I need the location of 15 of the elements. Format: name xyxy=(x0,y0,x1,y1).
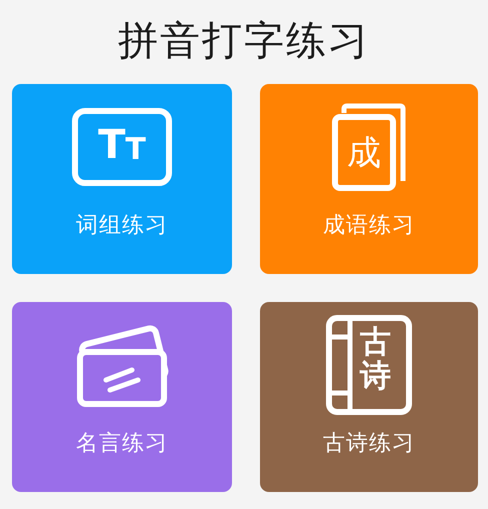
card-label: 名言练习 xyxy=(76,430,168,458)
card-label: 词组练习 xyxy=(76,212,168,240)
practice-card[interactable]: 古诗 古诗练习 xyxy=(260,302,478,492)
practice-card[interactable]: TT 词组练习 xyxy=(12,84,232,274)
card-label: 成语练习 xyxy=(323,212,415,240)
practice-card[interactable]: 名言练习 xyxy=(12,302,232,492)
frame-icon xyxy=(72,108,172,186)
bound-book-icon xyxy=(326,315,412,415)
book-icon xyxy=(332,103,406,191)
icon-letters: TT xyxy=(98,125,146,165)
icon-characters: 古诗 xyxy=(360,325,391,394)
page-title: 拼音打字练习 xyxy=(118,17,370,66)
practice-card[interactable]: 成 成语练习 xyxy=(260,84,478,274)
card-label: 古诗练习 xyxy=(323,430,415,458)
icon-character: 成 xyxy=(347,136,381,170)
